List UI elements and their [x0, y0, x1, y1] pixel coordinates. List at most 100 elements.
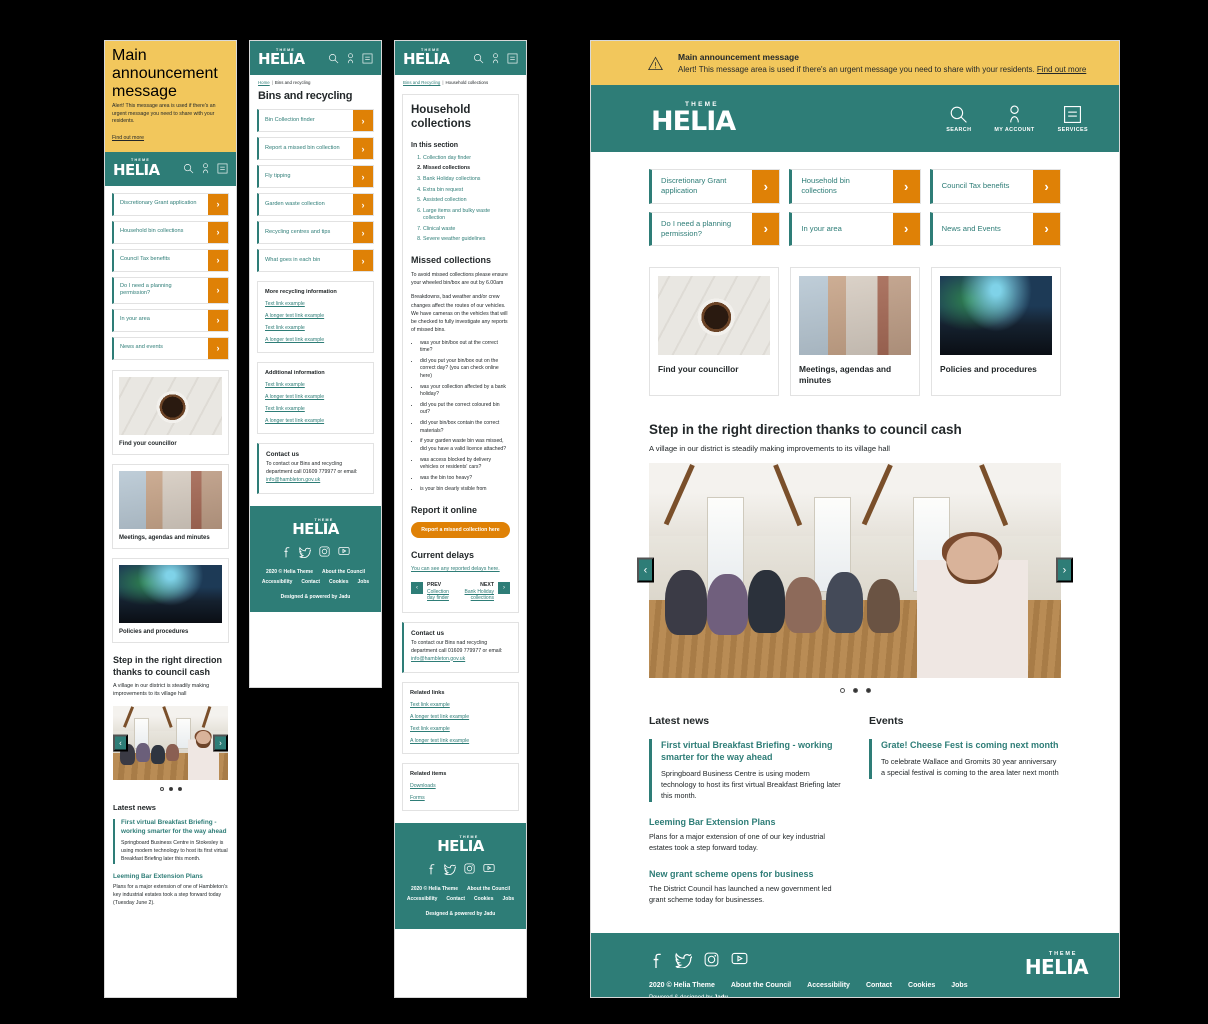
news-title-link[interactable]: Leeming Bar Extension Plans — [649, 816, 841, 828]
feature-card[interactable]: Find your councillor — [112, 369, 229, 455]
section-list-item[interactable]: Severe weather guidelines — [423, 236, 510, 243]
panel-link[interactable]: A longer text link example — [410, 738, 511, 744]
task-card[interactable]: Recycling centres and tips › — [257, 221, 374, 244]
footer-link-cookies[interactable]: Cookies — [908, 982, 935, 989]
report-missed-collection-button[interactable]: Report a missed collection here — [411, 522, 510, 539]
person-icon[interactable] — [491, 52, 500, 64]
section-list-item[interactable]: Clinical waste — [423, 226, 510, 233]
carousel-next-button[interactable]: › — [1056, 557, 1073, 583]
task-card[interactable]: News and events › — [112, 336, 229, 360]
footer-logo[interactable]: THEME HELIA — [1025, 951, 1089, 977]
footer-link-contact[interactable]: Contact — [446, 896, 465, 902]
panel-link[interactable]: A longer text link example — [410, 714, 511, 720]
carousel-dot[interactable] — [177, 787, 182, 791]
panel-link[interactable]: Forms — [410, 795, 511, 801]
site-logo[interactable]: THEME HELIA — [258, 48, 305, 68]
announcement-find-out-more-link[interactable]: Find out more — [112, 135, 144, 141]
footer-link-cookies[interactable]: Cookies — [474, 896, 493, 902]
section-list-item[interactable]: Extra bin request — [423, 187, 510, 194]
carousel-prev-button[interactable]: ‹ — [113, 734, 128, 752]
footer-link-accessibility[interactable]: Accessibility — [262, 579, 293, 585]
task-card[interactable]: Council Tax benefits › — [112, 248, 229, 272]
carousel-next-button[interactable]: › — [213, 734, 228, 752]
breadcrumb-parent-link[interactable]: Bins and Recycling — [403, 80, 440, 85]
section-list-item[interactable]: Large items and bulky waste collection — [423, 208, 510, 222]
twitter-icon[interactable] — [299, 546, 311, 559]
panel-link[interactable]: Text link example — [265, 406, 366, 412]
panel-link[interactable]: Downloads — [410, 783, 511, 789]
panel-link[interactable]: A longer text link example — [265, 313, 366, 319]
task-card[interactable]: What goes in each bin › — [257, 249, 374, 272]
search-icon[interactable] — [328, 53, 339, 64]
search-icon[interactable] — [473, 53, 484, 64]
news-title-link[interactable]: New grant scheme opens for business — [649, 868, 841, 880]
panel-link[interactable]: A longer text link example — [265, 394, 366, 400]
carousel-dot[interactable] — [865, 687, 871, 693]
youtube-icon[interactable] — [338, 546, 350, 556]
feature-card[interactable]: Policies and procedures — [112, 557, 229, 643]
twitter-icon[interactable] — [444, 863, 456, 876]
carousel-prev-button[interactable]: ‹ — [637, 557, 654, 583]
task-card[interactable]: Household bin collections › — [112, 220, 229, 244]
panel-link[interactable]: Text link example — [265, 301, 366, 307]
task-card[interactable]: News and Events › — [929, 211, 1061, 246]
news-title-link[interactable]: First virtual Breakfast Briefing - worki… — [661, 739, 841, 763]
reported-delays-link[interactable]: You can see any reported delays here. — [411, 566, 510, 572]
panel-link[interactable]: Text link example — [265, 325, 366, 331]
footer-logo[interactable]: THEME HELIA — [403, 835, 518, 854]
task-card[interactable]: Household bin collections › — [789, 169, 921, 204]
facebook-icon[interactable] — [281, 546, 291, 558]
carousel-dot[interactable] — [159, 787, 164, 791]
panel-link[interactable]: Text link example — [410, 702, 511, 708]
footer-link-accessibility[interactable]: Accessibility — [807, 982, 850, 989]
breadcrumb-home-link[interactable]: Home — [258, 80, 270, 85]
announcement-find-out-more-link[interactable]: Find out more — [1037, 65, 1086, 74]
youtube-icon[interactable] — [483, 863, 495, 873]
news-title-link[interactable]: Leeming Bar Extension Plans — [113, 873, 228, 882]
instagram-icon[interactable] — [464, 863, 475, 874]
footer-link-contact[interactable]: Contact — [866, 982, 892, 989]
footer-logo[interactable]: THEME HELIA — [258, 518, 373, 537]
feature-card[interactable]: Policies and procedures — [931, 267, 1061, 396]
site-logo[interactable]: THEME HELIA — [403, 48, 450, 68]
task-card[interactable]: Garden waste collection › — [257, 193, 374, 216]
pager-next[interactable]: NEXT Bank Holiday collections › — [459, 582, 510, 602]
footer-link-contact[interactable]: Contact — [301, 579, 320, 585]
youtube-icon[interactable] — [731, 952, 748, 965]
facebook-icon[interactable] — [426, 863, 436, 875]
header-search-button[interactable]: SEARCH — [946, 105, 971, 133]
task-card[interactable]: In your area › — [112, 308, 229, 332]
pager-prev-link[interactable]: Collection day finder — [427, 589, 449, 602]
feature-card[interactable]: Find your councillor — [649, 267, 779, 396]
facebook-icon[interactable] — [649, 952, 663, 969]
menu-icon[interactable] — [507, 53, 518, 64]
news-title-link[interactable]: First virtual Breakfast Briefing - worki… — [121, 819, 228, 836]
instagram-icon[interactable] — [319, 546, 330, 557]
task-card[interactable]: Do I need a planning permission? › — [112, 276, 229, 304]
carousel-dot[interactable] — [852, 687, 858, 693]
person-icon[interactable] — [201, 163, 210, 174]
panel-link[interactable]: A longer text link example — [265, 418, 366, 424]
site-logo[interactable]: THEME HELIA — [113, 159, 160, 178]
panel-link[interactable]: Text link example — [265, 382, 366, 388]
footer-link-jobs[interactable]: Jobs — [357, 579, 369, 585]
footer-link-about[interactable]: About the Council — [731, 982, 791, 989]
feature-card[interactable]: Meetings, agendas and minutes — [112, 463, 229, 549]
panel-link[interactable]: Text link example — [410, 726, 511, 732]
header-services-button[interactable]: SERVICES — [1058, 105, 1088, 133]
contact-email-link[interactable]: info@hambleton.gov.uk — [411, 656, 465, 662]
menu-icon[interactable] — [217, 163, 228, 174]
feature-card[interactable]: Meetings, agendas and minutes — [790, 267, 920, 396]
instagram-icon[interactable] — [704, 952, 719, 967]
task-card[interactable]: Council Tax benefits › — [929, 169, 1061, 204]
section-list-item[interactable]: Assisted collection — [423, 197, 510, 204]
task-card[interactable]: Fly tipping › — [257, 165, 374, 188]
carousel-dot[interactable] — [839, 687, 845, 693]
footer-link-about[interactable]: About the Council — [467, 886, 510, 892]
carousel-dot[interactable] — [168, 787, 173, 791]
panel-link[interactable]: A longer text link example — [265, 337, 366, 343]
task-card[interactable]: Discretionary Grant application › — [649, 169, 781, 204]
menu-icon[interactable] — [362, 53, 373, 64]
search-icon[interactable] — [183, 163, 194, 174]
header-my-account-button[interactable]: MY ACCOUNT — [994, 105, 1034, 133]
